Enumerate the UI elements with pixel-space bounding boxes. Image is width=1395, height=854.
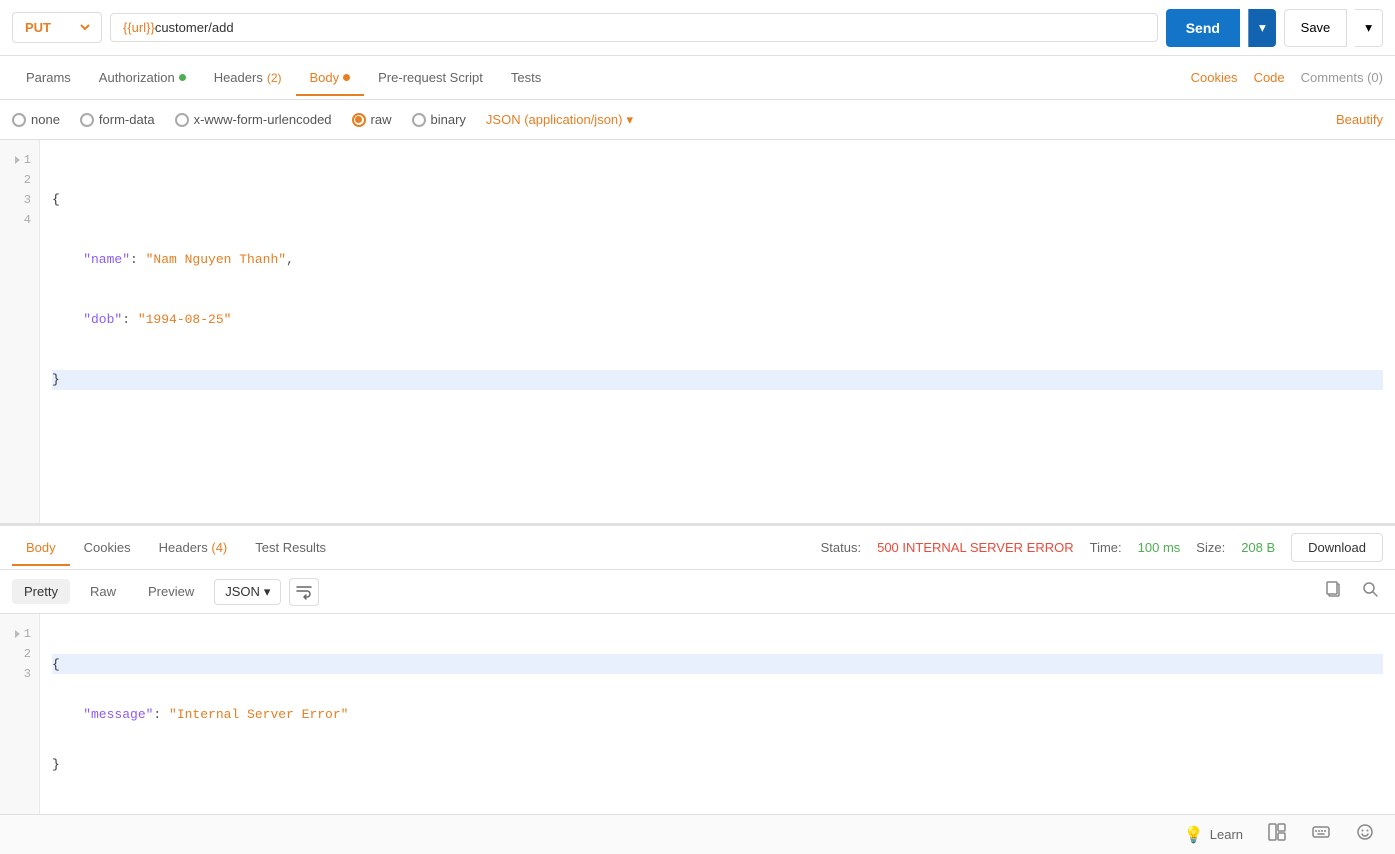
- response-tabs-row: Body Cookies Headers (4) Test Results St…: [0, 526, 1395, 570]
- layout-item[interactable]: [1267, 822, 1287, 847]
- comments-link[interactable]: Comments (0): [1301, 70, 1383, 85]
- response-code-text: { "message": "Internal Server Error" }: [40, 614, 1395, 814]
- response-section: Body Cookies Headers (4) Test Results St…: [0, 524, 1395, 814]
- method-dropdown[interactable]: PUT GET POST DELETE PATCH: [21, 19, 93, 36]
- response-line-numbers: 1 2 3: [0, 614, 40, 814]
- emoji-item[interactable]: [1355, 822, 1375, 847]
- layout-icon: [1267, 822, 1287, 847]
- option-none[interactable]: none: [12, 112, 60, 127]
- learn-label: Learn: [1210, 827, 1243, 842]
- method-selector[interactable]: PUT GET POST DELETE PATCH: [12, 12, 102, 43]
- url-prefix: {{url}}: [123, 20, 155, 35]
- request-tabs-row: Params Authorization Headers (2) Body Pr…: [0, 56, 1395, 100]
- json-dropdown-arrow: ▾: [626, 112, 633, 128]
- cookies-link[interactable]: Cookies: [1191, 70, 1238, 85]
- authorization-dot: [179, 74, 186, 81]
- resp-line-3: }: [52, 754, 1383, 774]
- time-value: 100 ms: [1138, 540, 1181, 555]
- urlencoded-radio[interactable]: [175, 113, 189, 127]
- req-line-3: "dob": "1994-08-25": [52, 310, 1383, 330]
- url-suffix: customer/add: [155, 20, 234, 35]
- bottom-bar: 💡 Learn: [0, 814, 1395, 854]
- req-line-4: }: [52, 370, 1383, 390]
- raw-radio[interactable]: [352, 113, 366, 127]
- resp-tab-test-results[interactable]: Test Results: [241, 530, 340, 565]
- search-icon[interactable]: [1357, 576, 1383, 607]
- status-bar: Status: 500 INTERNAL SERVER ERROR Time: …: [821, 533, 1383, 562]
- fmt-raw[interactable]: Raw: [78, 579, 128, 604]
- req-line-1: {: [52, 190, 1383, 210]
- resp-tab-headers[interactable]: Headers (4): [145, 530, 242, 565]
- beautify-button[interactable]: Beautify: [1336, 112, 1383, 127]
- headers-resp-badge: (4): [211, 540, 227, 555]
- tab-params[interactable]: Params: [12, 60, 85, 95]
- request-code-content[interactable]: { "name": "Nam Nguyen Thanh", "dob": "19…: [40, 140, 1395, 523]
- response-code-area[interactable]: 1 2 3 { "message": "Internal Server Erro…: [0, 614, 1395, 814]
- emoji-icon: [1355, 822, 1375, 847]
- response-code-content: 1 2 3 { "message": "Internal Server Erro…: [0, 614, 1395, 814]
- send-dropdown-button[interactable]: ▾: [1248, 9, 1276, 47]
- resp-tab-cookies[interactable]: Cookies: [70, 530, 145, 565]
- resp-fold-arrow-1[interactable]: [15, 630, 20, 638]
- resp-tab-body[interactable]: Body: [12, 530, 70, 565]
- lightbulb-icon: 💡: [1184, 825, 1204, 845]
- tab-body[interactable]: Body: [296, 60, 365, 95]
- tab-headers[interactable]: Headers (2): [200, 60, 296, 95]
- none-radio[interactable]: [12, 113, 26, 127]
- form-data-radio[interactable]: [80, 113, 94, 127]
- tab-tests[interactable]: Tests: [497, 60, 555, 95]
- body-options-row: none form-data x-www-form-urlencoded raw…: [0, 100, 1395, 140]
- fold-arrow-1[interactable]: [15, 156, 20, 164]
- tab-prerequest[interactable]: Pre-request Script: [364, 60, 497, 95]
- status-label: Status:: [821, 540, 861, 555]
- binary-radio[interactable]: [412, 113, 426, 127]
- json-type-selector[interactable]: JSON (application/json) ▾: [486, 112, 633, 128]
- option-form-data[interactable]: form-data: [80, 112, 155, 127]
- top-bar: PUT GET POST DELETE PATCH {{url}} custom…: [0, 0, 1395, 56]
- tabs-right: Cookies Code Comments (0): [1191, 70, 1383, 85]
- option-raw[interactable]: raw: [352, 112, 392, 127]
- fmt-preview[interactable]: Preview: [136, 579, 206, 604]
- request-line-numbers: 1 2 3 4: [0, 140, 40, 523]
- request-code-editor[interactable]: 1 2 3 4 { "name": "Nam Nguyen Thanh", "d…: [0, 140, 1395, 523]
- keyboard-item[interactable]: [1311, 822, 1331, 847]
- download-button[interactable]: Download: [1291, 533, 1383, 562]
- body-dot: [343, 74, 350, 81]
- request-editor-area: 1 2 3 4 { "name": "Nam Nguyen Thanh", "d…: [0, 140, 1395, 524]
- save-dropdown-button[interactable]: ▾: [1355, 9, 1383, 47]
- req-line-2: "name": "Nam Nguyen Thanh",: [52, 250, 1383, 270]
- learn-item[interactable]: 💡 Learn: [1184, 825, 1243, 845]
- resp-line-2: "message": "Internal Server Error": [52, 704, 1383, 724]
- code-link[interactable]: Code: [1254, 70, 1285, 85]
- size-value: 208 B: [1241, 540, 1275, 555]
- json-format-label: JSON: [225, 584, 260, 599]
- copy-icon[interactable]: [1321, 576, 1347, 607]
- headers-badge: (2): [267, 71, 282, 85]
- size-label: Size:: [1196, 540, 1225, 555]
- fmt-pretty[interactable]: Pretty: [12, 579, 70, 604]
- time-label: Time:: [1090, 540, 1122, 555]
- wrap-button[interactable]: [289, 578, 319, 606]
- url-input-wrapper[interactable]: {{url}} customer/add: [110, 13, 1158, 42]
- response-icons: [1321, 576, 1383, 607]
- send-button[interactable]: Send: [1166, 9, 1240, 47]
- resp-line-1: {: [52, 654, 1383, 674]
- response-format-bar: Pretty Raw Preview JSON ▾: [0, 570, 1395, 614]
- tab-authorization[interactable]: Authorization: [85, 60, 200, 95]
- json-format-arrow: ▾: [264, 584, 271, 600]
- status-value: 500 INTERNAL SERVER ERROR: [877, 540, 1074, 555]
- keyboard-icon: [1311, 822, 1331, 847]
- option-binary[interactable]: binary: [412, 112, 466, 127]
- response-json-dropdown[interactable]: JSON ▾: [214, 579, 281, 605]
- json-type-label: JSON (application/json): [486, 112, 623, 127]
- option-urlencoded[interactable]: x-www-form-urlencoded: [175, 112, 332, 127]
- save-button[interactable]: Save: [1284, 9, 1348, 47]
